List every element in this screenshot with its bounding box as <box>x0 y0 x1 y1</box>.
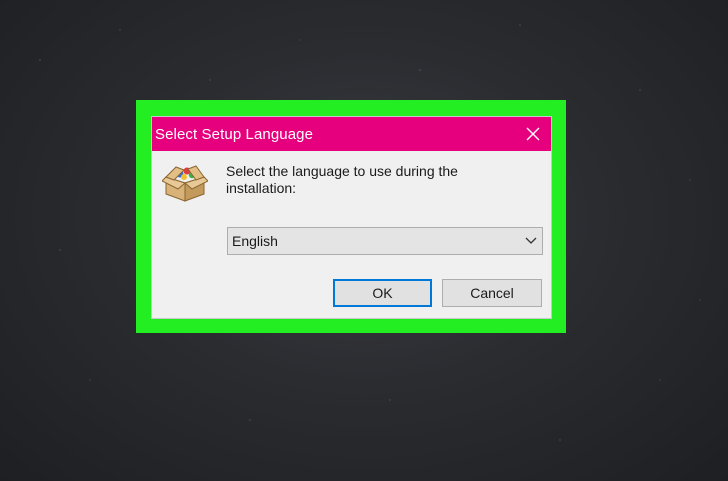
language-select-value: English <box>232 233 278 249</box>
dialog-title: Select Setup Language <box>155 125 314 143</box>
chevron-down-icon <box>525 237 537 244</box>
language-prompt: Select the language to use during the in… <box>226 163 458 196</box>
setup-box-icon <box>162 165 208 202</box>
ok-button[interactable]: OK <box>333 279 432 307</box>
close-button[interactable] <box>515 117 551 151</box>
close-icon <box>526 127 540 141</box>
setup-language-dialog: Select Setup Language Select the languag… <box>151 116 552 319</box>
cancel-button[interactable]: Cancel <box>442 279 542 307</box>
language-select[interactable]: English <box>227 227 543 255</box>
dialog-titlebar[interactable]: Select Setup Language <box>152 117 551 151</box>
dropdown-button[interactable] <box>520 228 542 254</box>
